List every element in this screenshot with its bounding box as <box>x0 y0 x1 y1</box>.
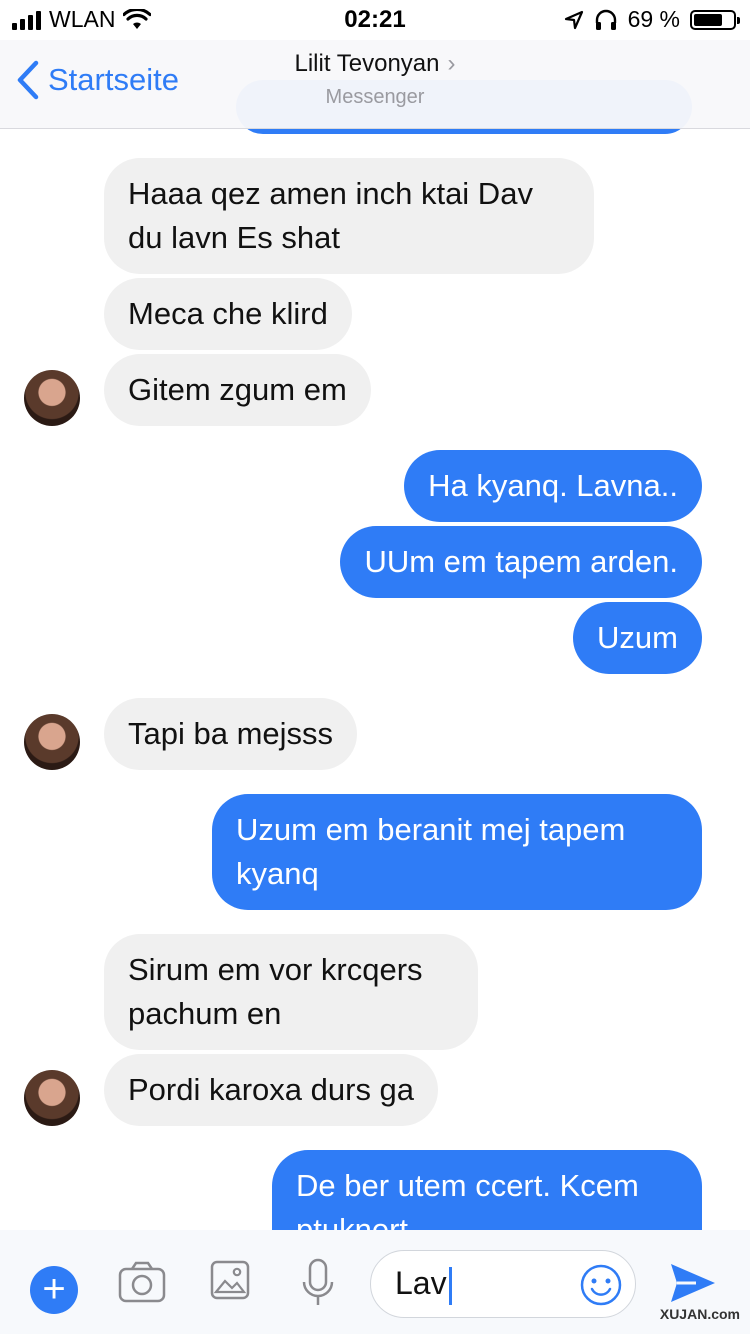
message-bubble-outgoing: Ha kyanq. Lavna.. <box>404 450 702 522</box>
contact-name: Lilit Tevonyan <box>294 50 440 77</box>
conversation-subtitle: Messenger <box>325 86 425 108</box>
navigation-bar: Startseite Lilit Tevonyan › Messenger <box>0 40 750 129</box>
conversation-title[interactable]: Lilit Tevonyan › <box>0 50 750 78</box>
contact-avatar[interactable] <box>24 714 80 770</box>
contact-avatar[interactable] <box>24 370 80 426</box>
message-bubble-incoming: Gitem zgum em <box>104 354 371 426</box>
chevron-right-icon: › <box>447 50 456 77</box>
message-input-value: Lav <box>395 1265 452 1305</box>
message-list[interactable]: Haaa qez amen inch ktai Dav du lavn Es s… <box>0 0 750 1334</box>
emoji-icon[interactable] <box>579 1263 623 1307</box>
location-arrow-icon <box>564 10 583 29</box>
message-input[interactable]: Lav <box>370 1250 636 1318</box>
camera-icon[interactable] <box>118 1260 166 1304</box>
watermark: XUJAN.com <box>659 1306 740 1322</box>
message-bubble-incoming: Meca che klird <box>104 278 352 350</box>
contact-avatar[interactable] <box>24 1070 80 1126</box>
battery-icon <box>690 9 740 30</box>
text-caret <box>448 1266 452 1305</box>
message-bubble-incoming: Haaa qez amen inch ktai Dav du lavn Es s… <box>104 158 594 274</box>
message-bubble-incoming: Tapi ba mejsss <box>104 698 358 770</box>
status-bar: WLAN 02:21 69 % <box>0 0 750 40</box>
microphone-icon[interactable] <box>300 1258 336 1308</box>
battery-percent: 69 % <box>627 6 680 32</box>
message-bubble-outgoing: Uzum <box>573 602 702 674</box>
photo-gallery-icon[interactable] <box>210 1260 250 1300</box>
message-bubble-incoming: Sirum em vor krcqers pachum en <box>104 934 478 1050</box>
send-icon[interactable] <box>668 1258 718 1308</box>
message-bubble-incoming: Pordi karoxa durs ga <box>104 1054 439 1126</box>
composer-bar: + Lav XUJAN.com <box>0 1230 750 1334</box>
message-bubble-outgoing: UUm em tapem arden. <box>340 526 702 598</box>
headphones-icon <box>595 9 616 30</box>
message-bubble-outgoing: Uzum em beranit mej tapem kyanq <box>212 794 702 910</box>
add-button[interactable]: + <box>30 1266 78 1314</box>
